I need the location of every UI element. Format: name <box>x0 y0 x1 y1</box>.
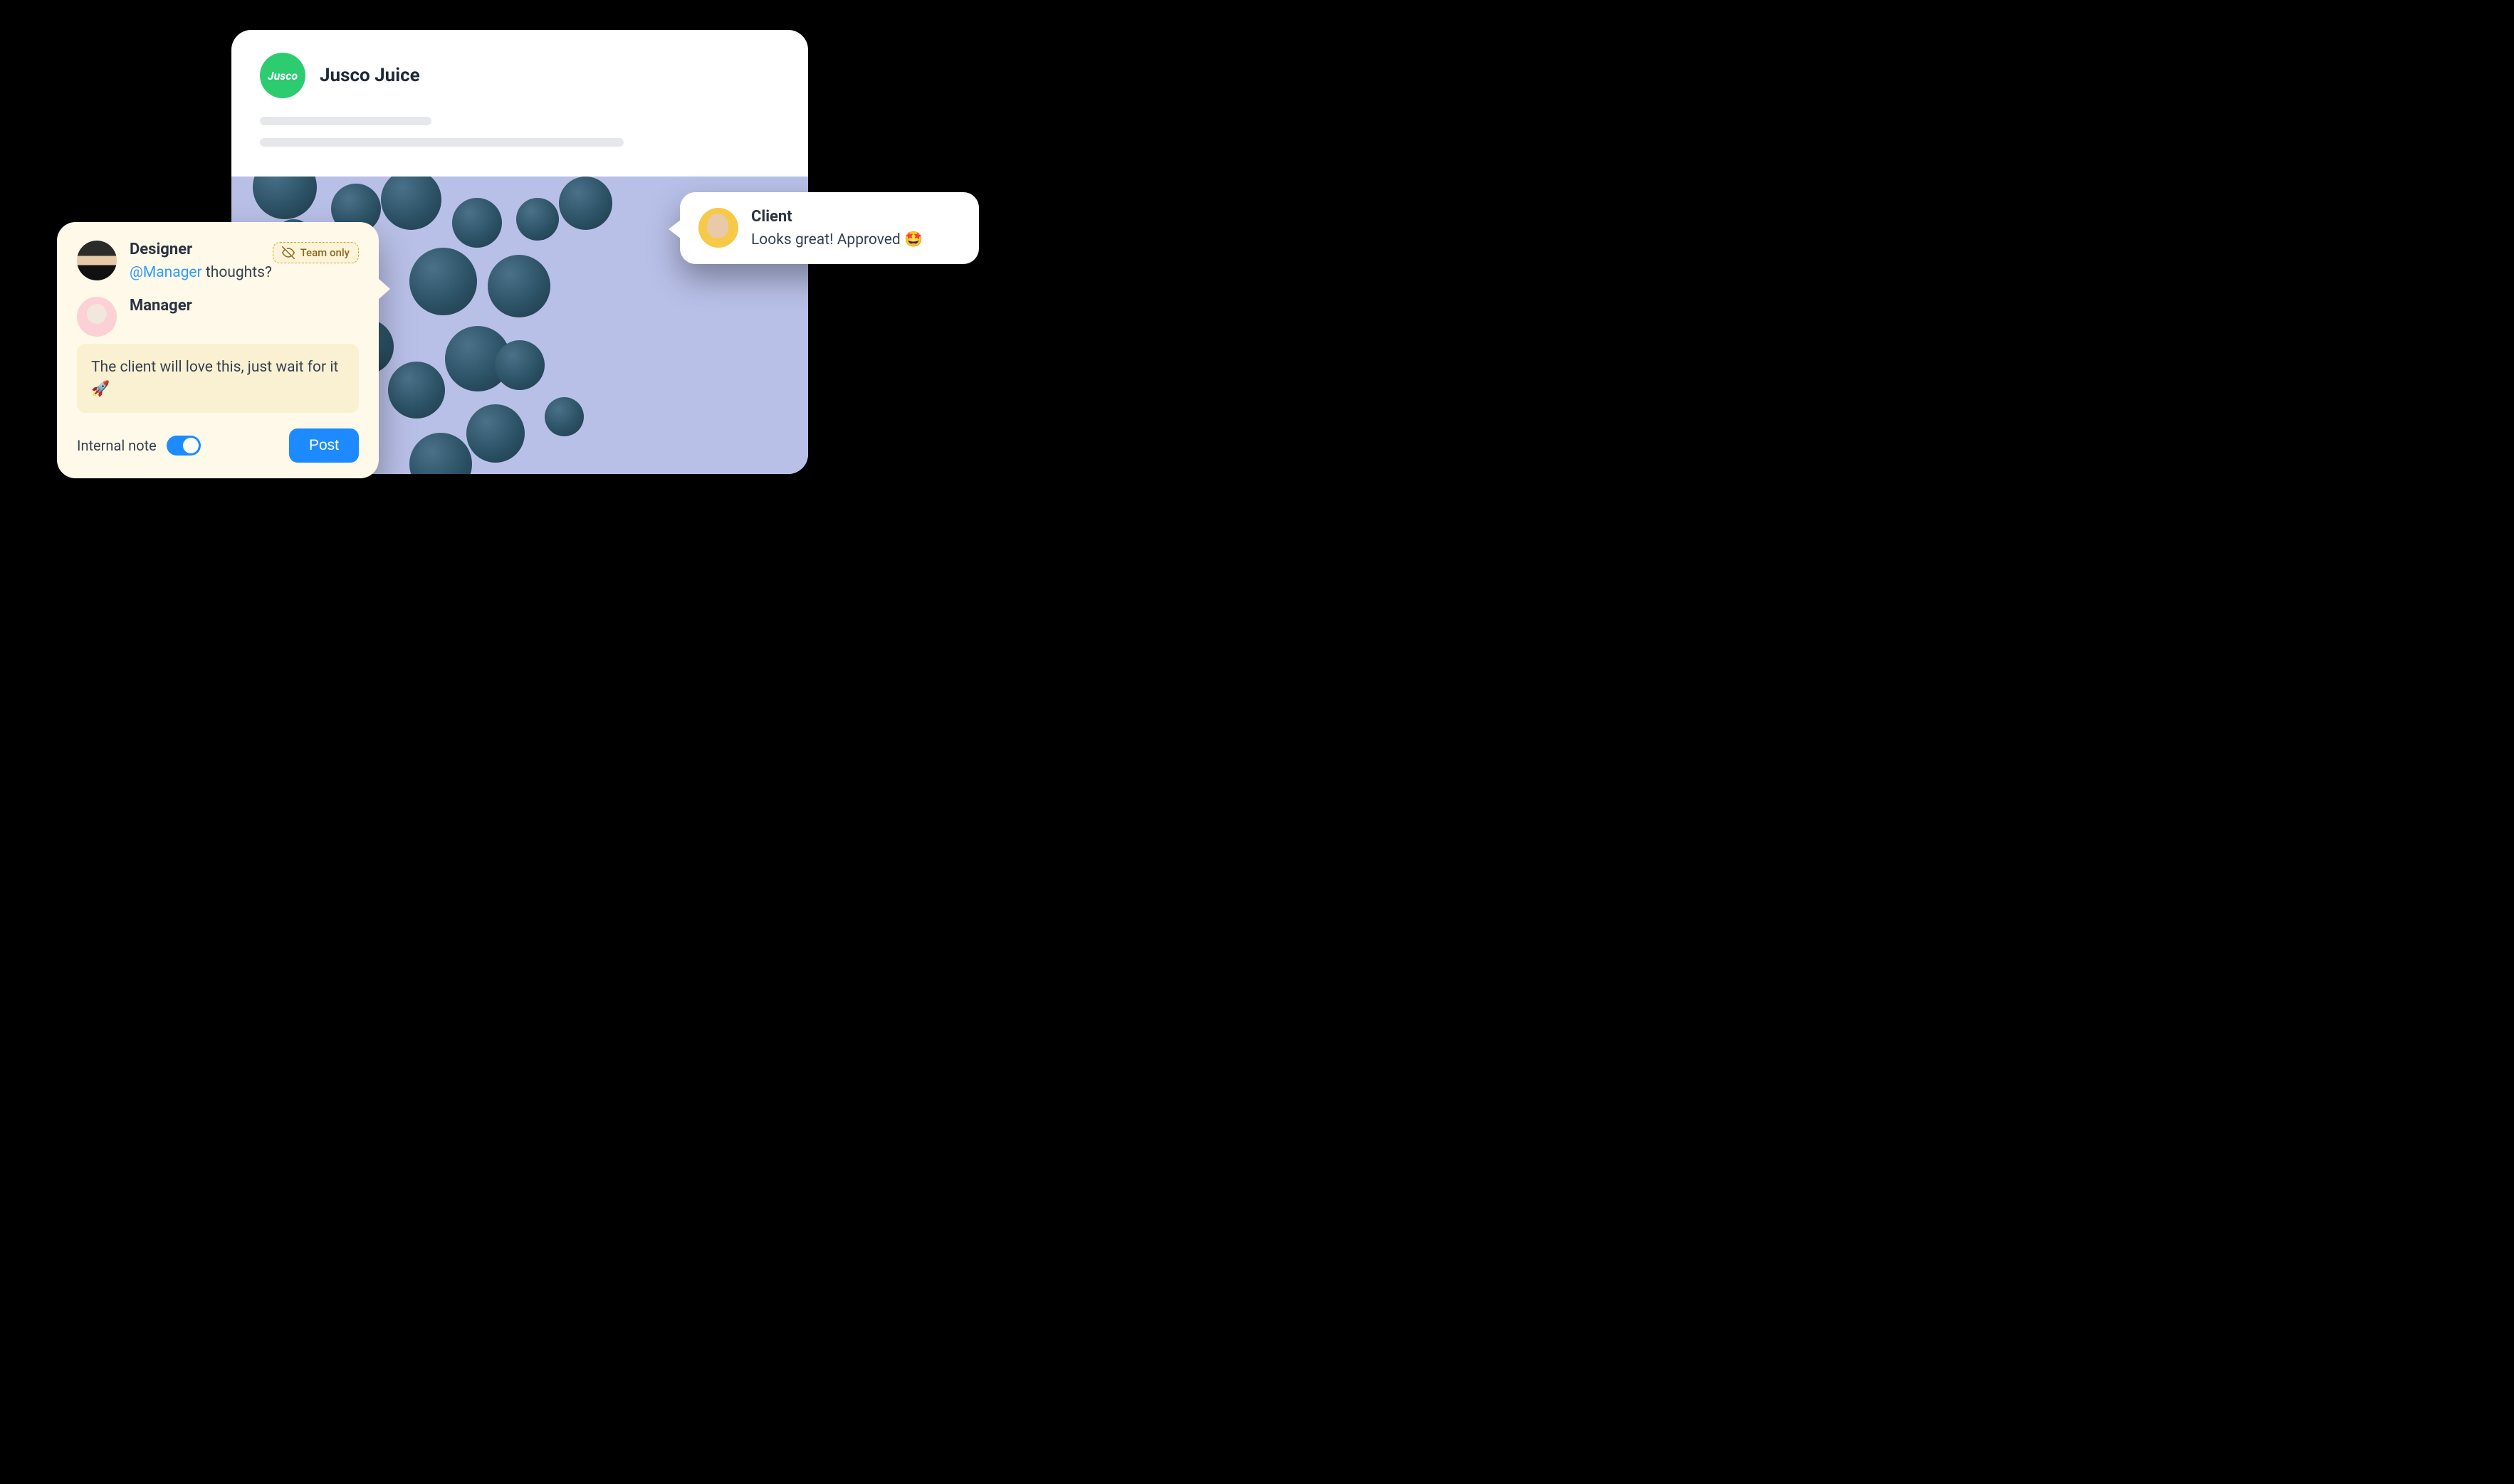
skeleton-line <box>260 117 431 125</box>
team-comments-panel: Designer @Manager thoughts? Team only Ma… <box>57 222 379 478</box>
comment-text-rest: thoughts? <box>202 264 272 281</box>
internal-note-toggle-wrap: Internal note <box>77 436 201 456</box>
internal-note-toggle[interactable] <box>167 436 201 456</box>
comment-row: Manager <box>77 297 359 337</box>
internal-note-label: Internal note <box>77 437 157 454</box>
team-only-badge: Team only <box>273 242 359 263</box>
commenter-name: Manager <box>130 297 359 315</box>
post-header: Jusco Jusco Juice <box>231 30 808 111</box>
avatar-designer <box>77 241 117 280</box>
post-button[interactable]: Post <box>289 428 359 463</box>
mention[interactable]: @Manager <box>130 264 202 281</box>
comment-body: Manager <box>130 297 359 337</box>
comment-text: @Manager thoughts? <box>130 263 359 283</box>
post-body-placeholder <box>231 111 808 177</box>
avatar-manager <box>77 297 117 337</box>
skeleton-line <box>260 138 624 147</box>
panel-footer: Internal note Post <box>77 428 359 463</box>
brand-name: Jusco Juice <box>320 65 420 86</box>
comment-body: Client Looks great! Approved 🤩 <box>751 208 923 248</box>
commenter-name: Client <box>751 208 923 226</box>
brand-avatar-text: Jusco <box>268 69 298 83</box>
brand-avatar: Jusco <box>260 53 305 98</box>
team-only-label: Team only <box>300 246 350 259</box>
avatar-client <box>698 208 738 248</box>
comment-row: Designer @Manager thoughts? Team only <box>77 241 359 283</box>
eye-off-icon <box>282 246 295 259</box>
comment-text: Looks great! Approved 🤩 <box>751 231 923 248</box>
client-comment-bubble: Client Looks great! Approved 🤩 <box>680 192 979 264</box>
reply-textarea[interactable]: The client will love this, just wait for… <box>77 344 359 413</box>
